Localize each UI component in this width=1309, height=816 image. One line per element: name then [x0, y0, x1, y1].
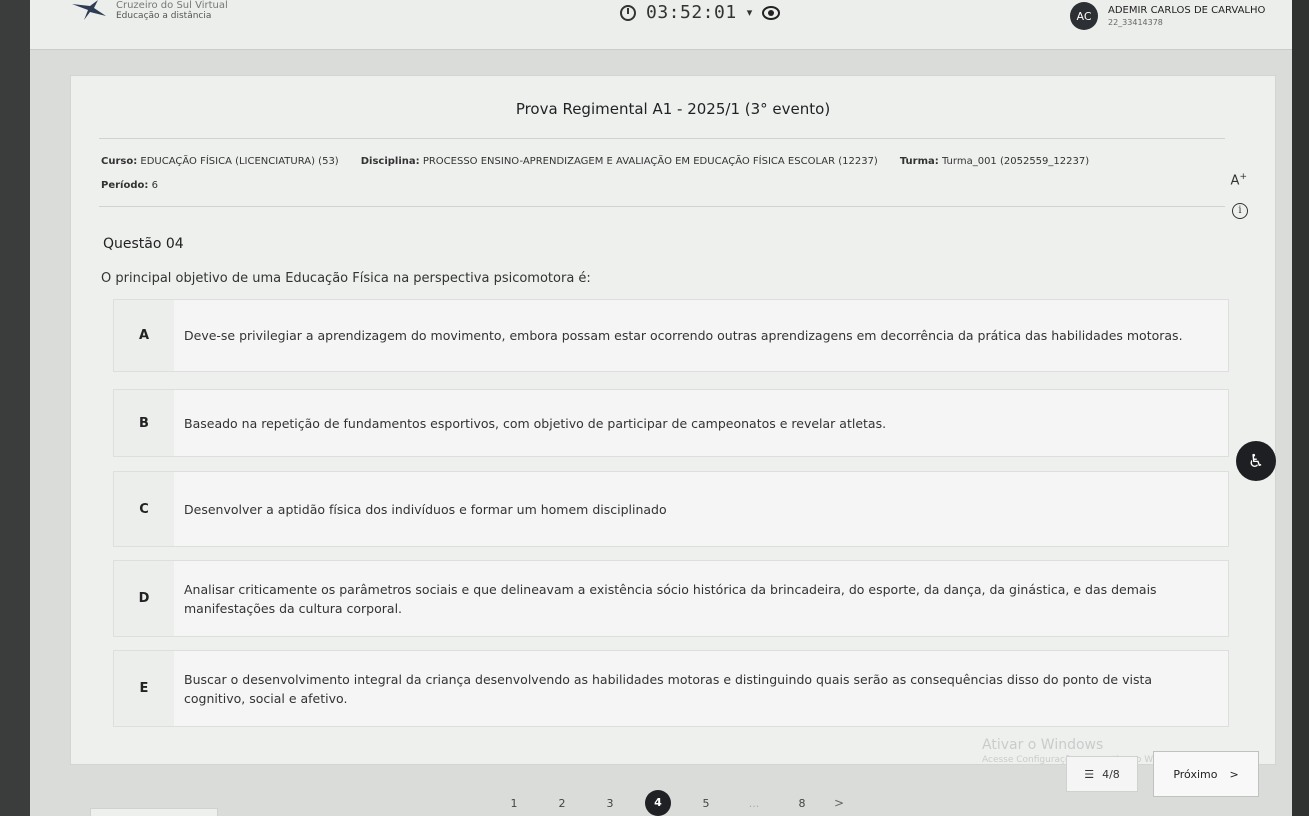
period-info: Período: 6 — [101, 180, 158, 191]
option-text: Desenvolver a aptidão física dos indivíd… — [184, 501, 667, 517]
timer-display: 03:52:01 — [646, 2, 737, 23]
plus-icon: + — [1239, 172, 1247, 182]
option-a[interactable]: A Deve-se privilegiar a aprendizagem do … — [113, 299, 1229, 372]
accessibility-icon[interactable]: ♿ — [1236, 441, 1276, 481]
period-label: Período: — [101, 180, 149, 191]
bottom-tab — [90, 808, 218, 816]
option-letter: C — [114, 472, 174, 546]
logo-mark-icon — [70, 0, 110, 22]
page-3[interactable]: 3 — [586, 797, 634, 810]
option-e[interactable]: E Buscar o desenvolvimento integral da c… — [113, 650, 1229, 727]
next-button[interactable]: Próximo > — [1153, 751, 1259, 797]
brand-name: Cruzeiro do Sul Virtual — [116, 0, 228, 11]
period-value: 6 — [151, 180, 158, 191]
page-ellipsis: ... — [748, 796, 760, 810]
divider — [99, 138, 1225, 139]
option-letter: A — [114, 300, 174, 371]
divider — [99, 206, 1225, 207]
screen-bezel-left — [0, 0, 30, 816]
exam-panel: Prova Regimental A1 - 2025/1 (3° evento)… — [70, 75, 1276, 765]
watermark-title: Ativar o Windows — [982, 737, 1104, 753]
list-icon: ☰ — [1084, 767, 1095, 781]
option-letter: B — [114, 390, 174, 456]
option-b[interactable]: B Baseado na repetição de fundamentos es… — [113, 389, 1229, 457]
question-text: O principal objetivo de uma Educação Fís… — [101, 271, 591, 286]
course-label: Curso: — [101, 156, 138, 167]
info-icon[interactable]: i — [1232, 203, 1248, 219]
exam-title: Prova Regimental A1 - 2025/1 (3° evento) — [515, 100, 831, 118]
pager-next-icon[interactable]: > — [834, 796, 844, 810]
option-text: Analisar criticamente os parâmetros soci… — [184, 581, 1157, 616]
avatar[interactable]: AC — [1070, 2, 1098, 30]
option-d[interactable]: D Analisar criticamente os parâmetros so… — [113, 560, 1229, 637]
question-counter: 4/8 — [1102, 767, 1120, 781]
brand-subtitle: Educação a distância — [116, 11, 212, 21]
question-number: Questão 04 — [103, 236, 184, 252]
discipline-label: Disciplina: — [360, 156, 420, 167]
eye-icon[interactable] — [762, 5, 781, 20]
option-letter: E — [114, 651, 174, 726]
brand-logo: Cruzeiro do Sul Virtual Educação a distâ… — [70, 0, 228, 22]
option-text: Baseado na repetição de fundamentos espo… — [184, 415, 887, 431]
chevron-right-icon: > — [1229, 767, 1239, 781]
discipline-info: Disciplina: PROCESSO ENSINO-APRENDIZAGEM… — [361, 156, 878, 167]
user-info: AC ADEMIR CARLOS DE CARVALHO 22_33414378 — [1070, 2, 1265, 30]
exam-meta: Curso: EDUCAÇÃO FÍSICA (LICENCIATURA) (5… — [101, 156, 1089, 167]
class-value: Turma_001 (2052559_12237) — [941, 156, 1090, 167]
discipline-value: PROCESSO ENSINO-APRENDIZAGEM E AVALIAÇÃO… — [422, 156, 878, 167]
next-label: Próximo — [1173, 767, 1218, 781]
option-text: Buscar o desenvolvimento integral da cri… — [184, 671, 1153, 706]
question-counter-button[interactable]: ☰ 4/8 — [1066, 756, 1138, 792]
user-name: ADEMIR CARLOS DE CARVALHO — [1108, 5, 1266, 16]
font-size-button[interactable]: A+ — [1231, 172, 1247, 188]
page-2[interactable]: 2 — [538, 797, 586, 810]
page-8[interactable]: 8 — [778, 797, 826, 810]
page-4[interactable]: 4 — [645, 790, 671, 816]
course-value: EDUCAÇÃO FÍSICA (LICENCIATURA) (53) — [140, 156, 339, 167]
timer-area: 03:52:01 ▾ — [620, 2, 781, 23]
user-id: 22_33414378 — [1108, 18, 1163, 27]
class-info: Turma: Turma_001 (2052559_12237) — [900, 156, 1089, 167]
chevron-down-icon[interactable]: ▾ — [747, 6, 753, 19]
clock-icon — [620, 4, 636, 21]
option-text: Deve-se privilegiar a aprendizagem do mo… — [184, 328, 1183, 343]
screen-bezel-right — [1292, 0, 1309, 816]
option-letter: D — [114, 561, 174, 636]
class-label: Turma: — [899, 156, 939, 167]
page-1[interactable]: 1 — [490, 797, 538, 810]
top-bar: Cruzeiro do Sul Virtual Educação a distâ… — [30, 0, 1292, 50]
option-c[interactable]: C Desenvolver a aptidão física dos indiv… — [113, 471, 1229, 547]
pagination: 1 2 3 4 5 ... 8 > — [490, 790, 844, 816]
page-5[interactable]: 5 — [682, 797, 730, 810]
course-info: Curso: EDUCAÇÃO FÍSICA (LICENCIATURA) (5… — [101, 156, 339, 167]
